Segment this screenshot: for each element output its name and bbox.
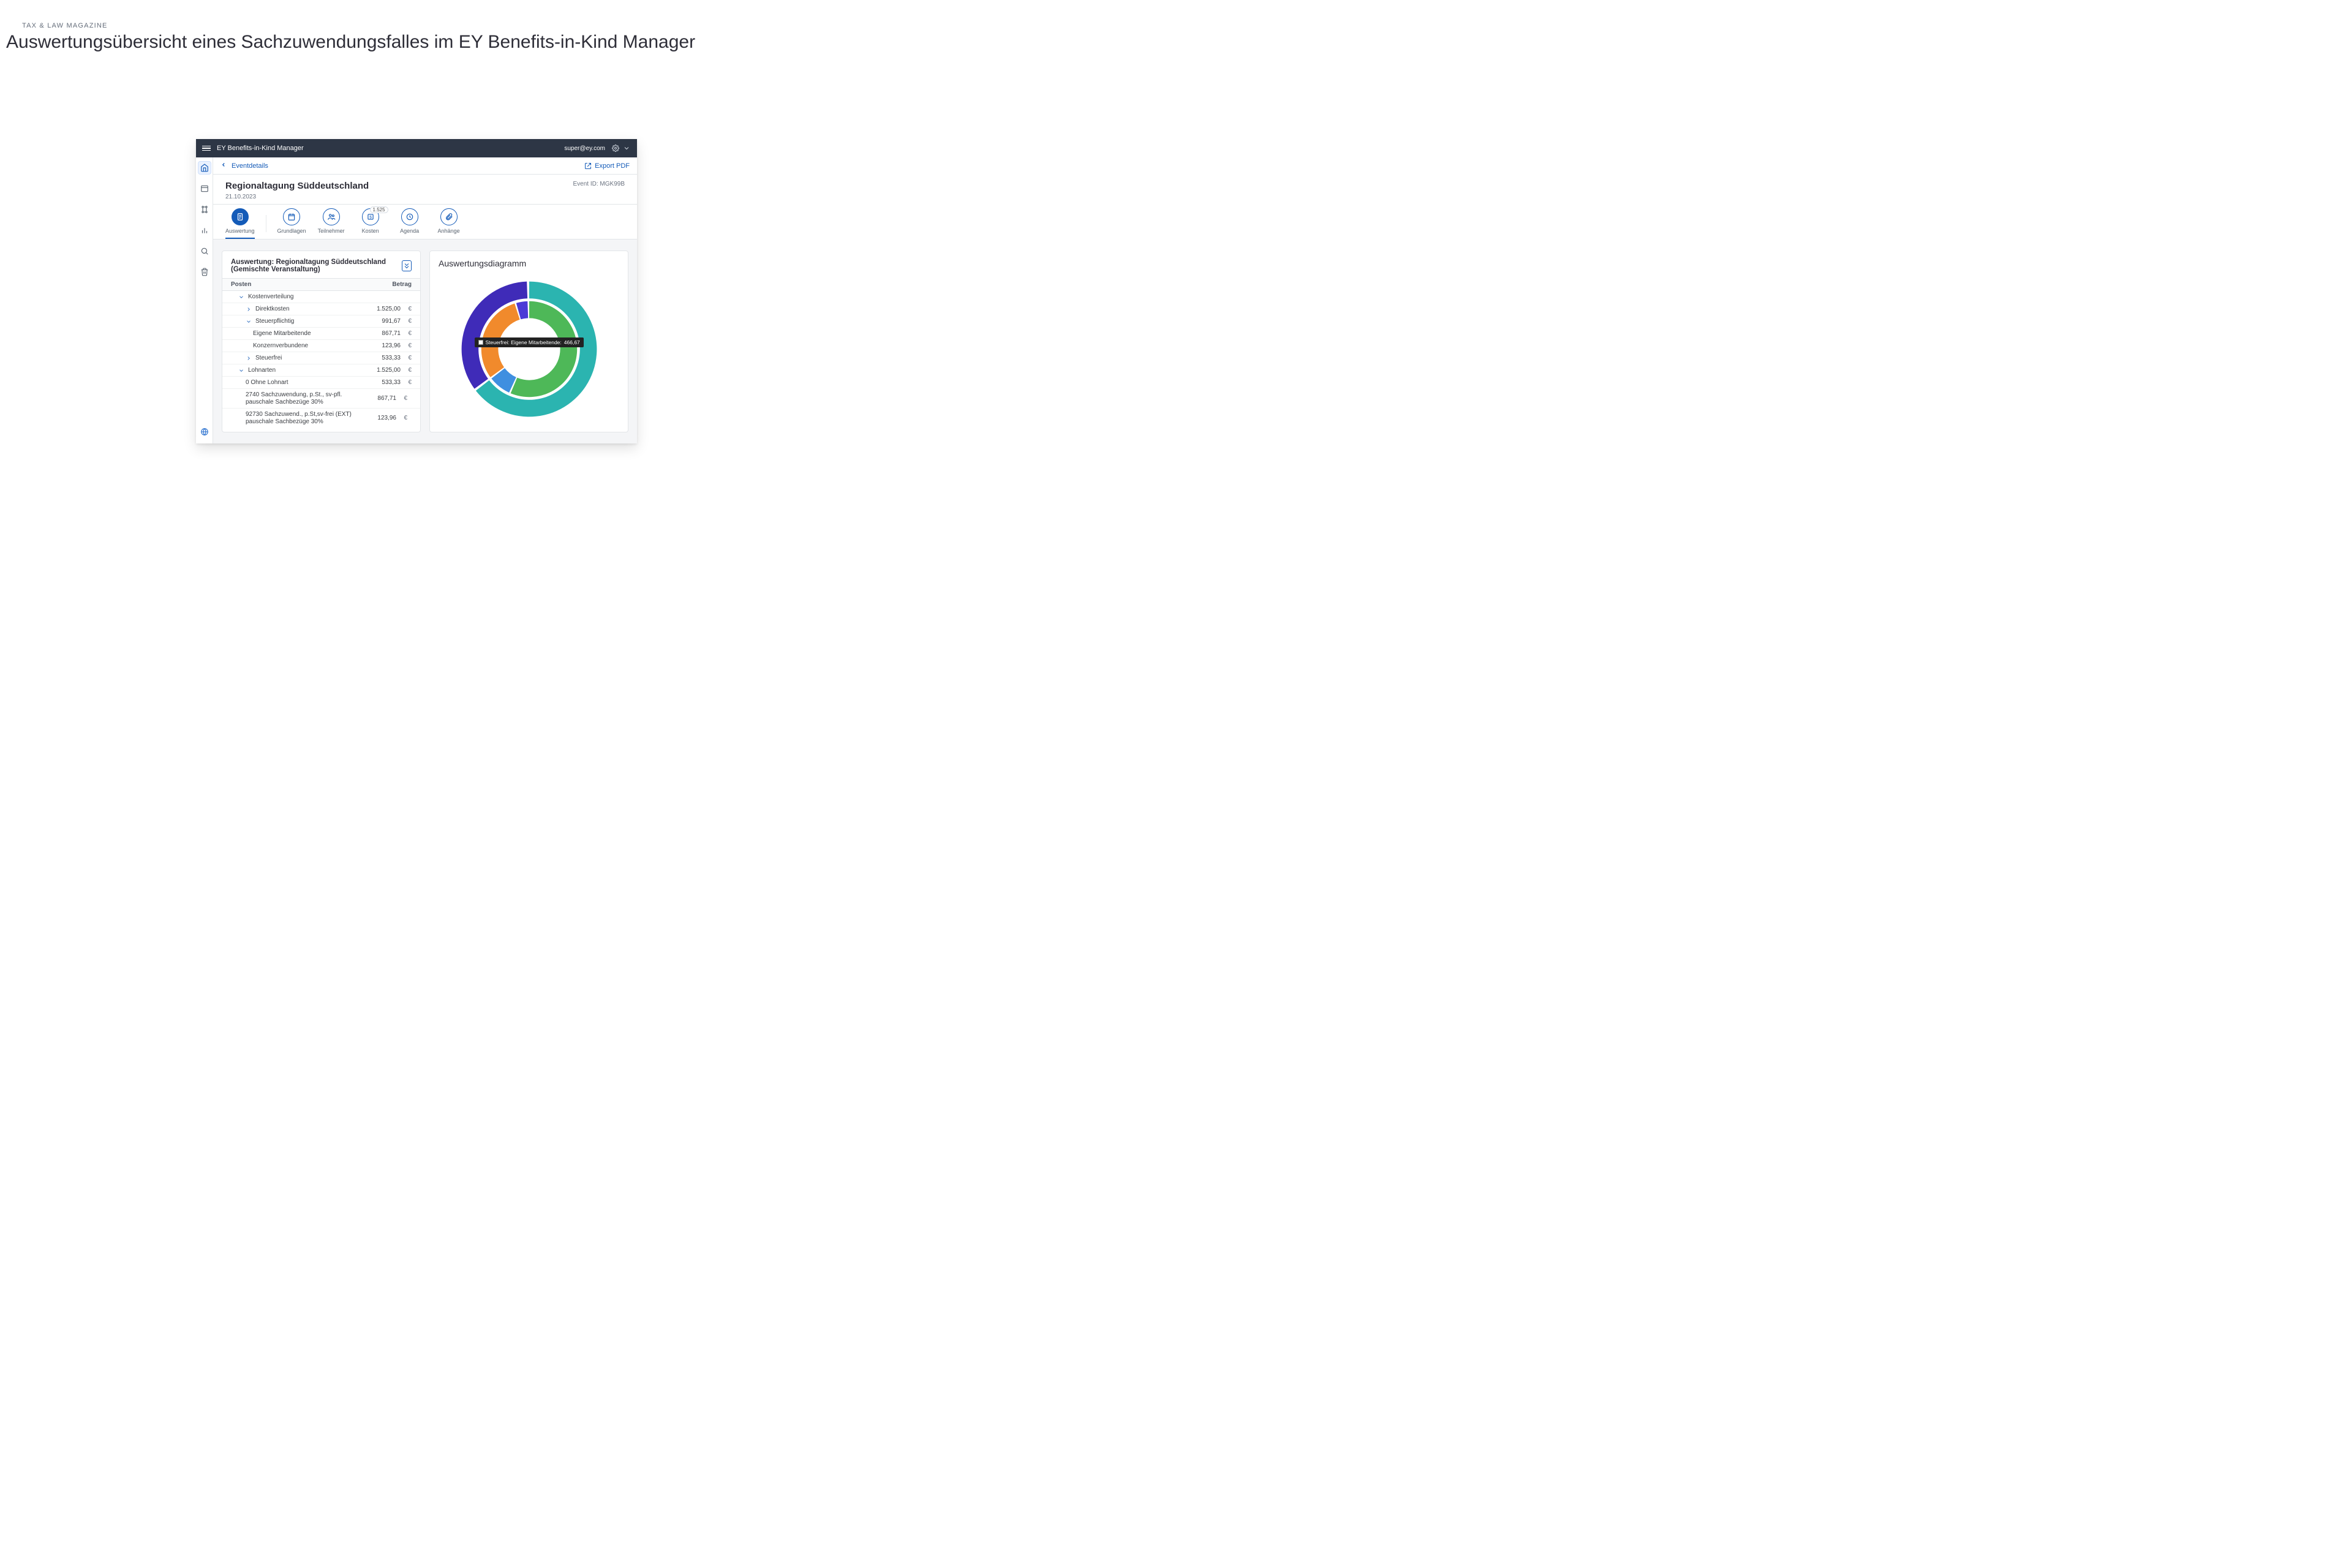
page-subbar: Eventdetails Export PDF	[213, 157, 637, 175]
table-body: Kostenverteilung Direktkosten 1.525,00€ …	[222, 291, 420, 426]
tab-label: Anhänge	[438, 228, 460, 234]
tab-label: Grundlagen	[277, 228, 306, 234]
chart-title: Auswertungsdiagramm	[439, 258, 619, 268]
nav-org-icon[interactable]	[198, 203, 211, 216]
tooltip-value: 466,67	[564, 339, 580, 345]
event-header: Regionaltagung Süddeutschland 21.10.2023…	[213, 175, 637, 205]
nav-home-icon[interactable]	[198, 161, 211, 175]
tab-teilnehmer[interactable]: Teilnehmer	[317, 208, 345, 239]
nav-events-icon[interactable]	[198, 182, 211, 195]
expand-all-button[interactable]	[402, 260, 412, 271]
event-title: Regionaltagung Süddeutschland	[225, 181, 369, 191]
tooltip-label: Steuerfrei: Eigene Mitarbeitende:	[486, 339, 562, 345]
user-menu-chevron-icon[interactable]	[622, 144, 631, 153]
export-pdf-label: Export PDF	[595, 162, 630, 170]
event-date: 21.10.2023	[225, 194, 369, 200]
table-row: 2740 Sachzuwendung, p.St., sv-pfl. pausc…	[222, 389, 420, 409]
table-row: 92730 Sachzuwend., p.St,sv-frei (EXT) pa…	[222, 409, 420, 426]
svg-text:$: $	[369, 215, 372, 219]
nav-sidebar	[196, 157, 213, 443]
col-betrag: Betrag	[369, 281, 412, 288]
tab-kosten[interactable]: $ 1.525 Kosten	[356, 208, 385, 239]
tab-grundlagen[interactable]: Grundlagen	[277, 208, 306, 239]
nav-trash-icon[interactable]	[198, 265, 211, 279]
col-posten: Posten	[231, 281, 369, 288]
tab-label: Teilnehmer	[318, 228, 345, 234]
settings-icon[interactable]	[611, 144, 620, 153]
table-row: 0 Ohne Lohnart 533,33€	[222, 377, 420, 389]
menu-icon[interactable]	[202, 146, 211, 151]
tab-kosten-badge: 1.525	[370, 206, 388, 213]
nav-language-icon[interactable]	[198, 425, 211, 439]
chart-tooltip: Steuerfrei: Eigene Mitarbeitende: 466,67	[475, 337, 584, 347]
export-pdf-button[interactable]: Export PDF	[584, 162, 630, 170]
tooltip-swatch-icon	[478, 340, 483, 345]
app-topbar: EY Benefits-in-Kind Manager super@ey.com	[196, 139, 637, 157]
app-name: EY Benefits-in-Kind Manager	[217, 145, 304, 152]
breadcrumb-label[interactable]: Eventdetails	[232, 162, 268, 170]
table-row: Konzernverbundene 123,96€	[222, 340, 420, 352]
table-row: Eigene Mitarbeitende 867,71€	[222, 328, 420, 340]
tab-label: Auswertung	[225, 228, 255, 234]
event-tabs: Auswertung Grundlagen Teilnehmer $ 1.525…	[213, 205, 637, 239]
article-kicker: TAX & LAW MAGAZINE	[22, 22, 108, 29]
table-row[interactable]: Steuerfrei 533,33€	[222, 352, 420, 364]
article-title: Auswertungsübersicht eines Sachzuwendung…	[6, 32, 695, 53]
back-icon[interactable]	[221, 162, 227, 170]
app-screenshot: EY Benefits-in-Kind Manager super@ey.com	[196, 139, 637, 443]
table-header: Posten Betrag	[222, 278, 420, 291]
tab-label: Kosten	[362, 228, 379, 234]
evaluation-chart-panel: Auswertungsdiagramm Steuerfrei: Eigene M…	[429, 251, 628, 432]
table-row[interactable]: Steuerpflichtig 991,67€	[222, 315, 420, 328]
nav-analytics-icon[interactable]	[198, 224, 211, 237]
nav-search-icon[interactable]	[198, 244, 211, 258]
table-row[interactable]: Lohnarten 1.525,00€	[222, 364, 420, 377]
table-title: Auswertung: Regionaltagung Süddeutschlan…	[231, 258, 402, 273]
table-row[interactable]: Direktkosten 1.525,00€	[222, 303, 420, 315]
tab-anhaenge[interactable]: Anhänge	[435, 208, 463, 239]
tab-agenda[interactable]: Agenda	[396, 208, 424, 239]
table-row[interactable]: Kostenverteilung	[222, 291, 420, 303]
donut-inner-ring	[459, 279, 600, 420]
event-id: Event ID: MGK99B	[573, 181, 625, 187]
tab-auswertung[interactable]: Auswertung	[225, 208, 255, 239]
donut-chart: Steuerfrei: Eigene Mitarbeitende: 466,67	[459, 279, 600, 420]
evaluation-table-panel: Auswertung: Regionaltagung Süddeutschlan…	[222, 251, 421, 432]
user-email: super@ey.com	[564, 145, 605, 152]
tab-label: Agenda	[400, 228, 419, 234]
